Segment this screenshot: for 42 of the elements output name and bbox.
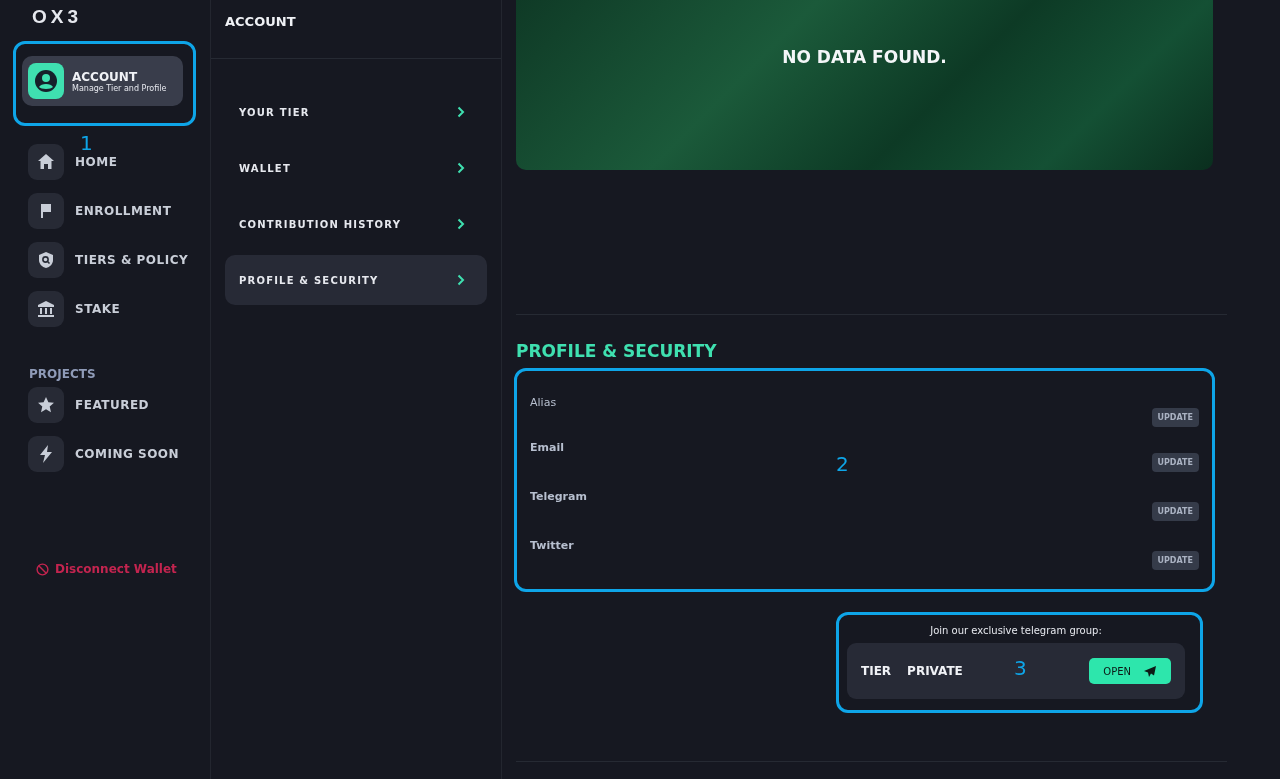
field-label: Email: [530, 441, 564, 454]
callout-number: 3: [1014, 656, 1027, 680]
nav-item[interactable]: COMING SOON: [28, 436, 184, 472]
tier-label: TIER: [861, 664, 892, 678]
panel-title: ACCOUNT: [225, 14, 296, 29]
nav-item[interactable]: ENROLLMENT: [28, 193, 176, 229]
update-button[interactable]: UPDATE: [1151, 502, 1199, 521]
tier-value: PRIVATE: [907, 664, 963, 678]
callout-number: 1: [80, 131, 93, 155]
paper-plane-icon: [1143, 664, 1157, 678]
bank-icon: [36, 299, 56, 319]
menu-item[interactable]: WALLET: [225, 143, 487, 193]
empty-message: NO DATA FOUND.: [782, 47, 947, 67]
nav-item[interactable]: FEATURED: [28, 387, 154, 423]
callout-number: 2: [836, 452, 849, 476]
field-label: Twitter: [530, 539, 574, 552]
section-title: PROFILE & SECURITY: [516, 341, 718, 361]
star-icon: [36, 395, 56, 415]
menu-item[interactable]: YOUR TIER: [225, 87, 487, 137]
chevron-right-icon: [457, 218, 465, 230]
menu-item[interactable]: CONTRIBUTION HISTORY: [225, 199, 487, 249]
prohibited-icon: [36, 562, 49, 576]
nav-item[interactable]: TIERS & POLICY: [28, 242, 193, 278]
section-heading: PROJECTS: [29, 367, 96, 381]
update-button[interactable]: UPDATE: [1151, 408, 1199, 427]
chevron-right-icon: [457, 274, 465, 286]
account-card[interactable]: ACCOUNT Manage Tier and Profile: [22, 56, 183, 106]
logo: OX3: [32, 6, 83, 29]
field-label: Alias: [530, 396, 557, 409]
chevron-right-icon: [457, 162, 465, 174]
caption: Join our exclusive telegram group:: [930, 625, 1102, 636]
shield-icon: [36, 250, 56, 270]
chevron-right-icon: [457, 106, 465, 118]
account-subtitle: Manage Tier and Profile: [72, 83, 167, 93]
update-button[interactable]: UPDATE: [1151, 453, 1199, 472]
update-button[interactable]: UPDATE: [1151, 551, 1199, 570]
menu-item[interactable]: PROFILE & SECURITY: [225, 255, 487, 305]
open-button[interactable]: OPEN: [1089, 658, 1171, 684]
nav-item[interactable]: STAKE: [28, 291, 125, 327]
account-title: ACCOUNT: [72, 69, 139, 84]
home-icon: [36, 152, 56, 172]
field-label: Telegram: [530, 490, 587, 503]
